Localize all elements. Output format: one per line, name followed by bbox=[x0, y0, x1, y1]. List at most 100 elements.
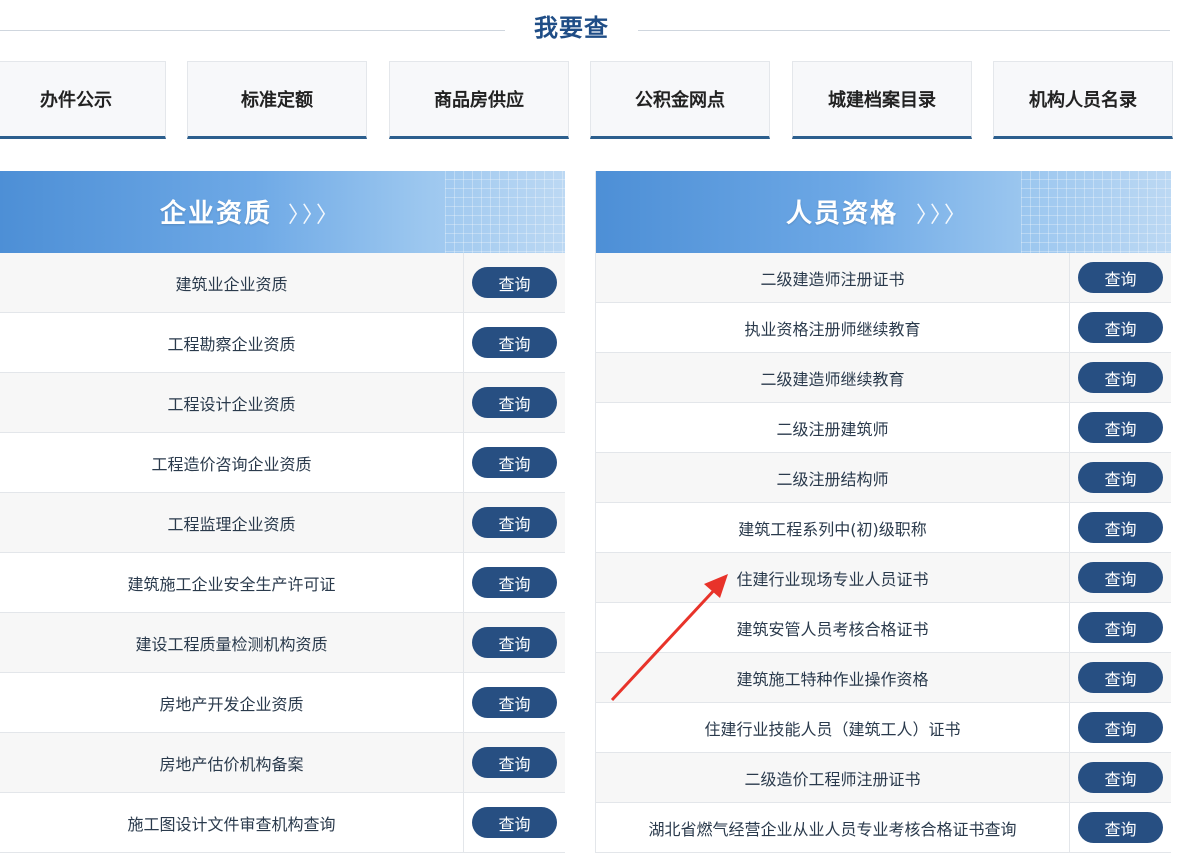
personnel-qualification-panel: 人员资格 〉〉〉 二级建造师注册证书 查询 执业资格注册师继续教育 查询 二级建造师继续… bbox=[595, 171, 1171, 853]
item-action: 查询 bbox=[464, 613, 565, 672]
item-action: 查询 bbox=[1070, 303, 1171, 352]
item-action: 查询 bbox=[464, 673, 565, 732]
list-item: 二级建造师继续教育 查询 bbox=[596, 353, 1171, 403]
divider bbox=[0, 30, 505, 31]
quick-link-button[interactable]: 商品房供应 bbox=[389, 61, 569, 139]
enterprise-list: 建筑业企业资质 查询 工程勘察企业资质 查询 工程设计企业资质 查询 工程造价咨询企业资质查… bbox=[0, 253, 565, 853]
list-item: 施工图设计文件审查机构查询 查询 bbox=[0, 793, 565, 853]
item-action: 查询 bbox=[464, 553, 565, 612]
item-action: 查询 bbox=[1070, 453, 1171, 502]
query-button[interactable]: 查询 bbox=[1078, 262, 1163, 293]
item-action: 查询 bbox=[1070, 503, 1171, 552]
item-action: 查询 bbox=[464, 793, 565, 852]
list-item: 住建行业技能人员（建筑工人）证书 查询 bbox=[596, 703, 1171, 753]
query-button[interactable]: 查询 bbox=[472, 267, 557, 298]
item-action: 查询 bbox=[1070, 803, 1171, 852]
list-item: 工程造价咨询企业资质 查询 bbox=[0, 433, 565, 493]
item-name: 二级建造师继续教育 bbox=[596, 353, 1070, 402]
quick-link-button[interactable]: 机构人员名录 bbox=[993, 61, 1173, 139]
query-button[interactable]: 查询 bbox=[472, 747, 557, 778]
item-action: 查询 bbox=[464, 373, 565, 432]
list-item: 湖北省燃气经营企业从业人员专业考核合格证书查询 查询 bbox=[596, 803, 1171, 853]
list-item: 房地产估价机构备案 查询 bbox=[0, 733, 565, 793]
item-name: 建设工程质量检测机构资质 bbox=[0, 613, 464, 672]
query-button[interactable]: 查询 bbox=[1078, 362, 1163, 393]
item-name: 工程监理企业资质 bbox=[0, 493, 464, 552]
query-button[interactable]: 查询 bbox=[1078, 312, 1163, 343]
list-item: 建筑施工特种作业操作资格 查询 bbox=[596, 653, 1171, 703]
query-button[interactable]: 查询 bbox=[472, 567, 557, 598]
item-name: 建筑施工企业安全生产许可证 bbox=[0, 553, 464, 612]
list-item: 建设工程质量检测机构资质 查询 bbox=[0, 613, 565, 673]
item-name: 二级注册结构师 bbox=[596, 453, 1070, 502]
item-action: 查询 bbox=[1070, 353, 1171, 402]
item-name: 住建行业现场专业人员证书 bbox=[596, 553, 1070, 602]
list-item: 建筑安管人员考核合格证书 查询 bbox=[596, 603, 1171, 653]
item-name: 工程设计企业资质 bbox=[0, 373, 464, 432]
section-title: 我要查 bbox=[534, 14, 609, 42]
chevrons-icon: 〉〉〉 bbox=[288, 203, 342, 228]
query-button[interactable]: 查询 bbox=[472, 627, 557, 658]
item-action: 查询 bbox=[464, 313, 565, 372]
item-name: 二级造价工程师注册证书 bbox=[596, 753, 1070, 802]
item-name: 房地产估价机构备案 bbox=[0, 733, 464, 792]
query-button[interactable]: 查询 bbox=[1078, 812, 1163, 843]
panel-banner: 人员资格 〉〉〉 bbox=[596, 171, 1171, 253]
list-item: 工程勘察企业资质 查询 bbox=[0, 313, 565, 373]
query-button[interactable]: 查询 bbox=[1078, 562, 1163, 593]
item-name: 建筑安管人员考核合格证书 bbox=[596, 603, 1070, 652]
quick-links-bar: 办件公示 标准定额 商品房供应 公积金网点 城建档案目录 机构人员名录 bbox=[0, 61, 1192, 143]
list-item: 建筑业企业资质 查询 bbox=[0, 253, 565, 313]
query-button[interactable]: 查询 bbox=[472, 507, 557, 538]
query-button[interactable]: 查询 bbox=[1078, 462, 1163, 493]
query-button[interactable]: 查询 bbox=[1078, 612, 1163, 643]
item-action: 查询 bbox=[1070, 653, 1171, 702]
chart-graphic bbox=[1021, 171, 1171, 253]
item-action: 查询 bbox=[1070, 703, 1171, 752]
item-name: 二级建造师注册证书 bbox=[596, 253, 1070, 302]
query-button[interactable]: 查询 bbox=[472, 327, 557, 358]
item-name: 房地产开发企业资质 bbox=[0, 673, 464, 732]
divider bbox=[638, 30, 1170, 31]
list-item: 执业资格注册师继续教育 查询 bbox=[596, 303, 1171, 353]
item-action: 查询 bbox=[1070, 553, 1171, 602]
quick-link-button[interactable]: 标准定额 bbox=[187, 61, 367, 139]
query-button[interactable]: 查询 bbox=[1078, 662, 1163, 693]
item-action: 查询 bbox=[1070, 603, 1171, 652]
quick-link-button[interactable]: 办件公示 bbox=[0, 61, 166, 139]
item-action: 查询 bbox=[464, 493, 565, 552]
list-item: 住建行业现场专业人员证书 查询 bbox=[596, 553, 1171, 603]
item-name: 执业资格注册师继续教育 bbox=[596, 303, 1070, 352]
query-button[interactable]: 查询 bbox=[472, 807, 557, 838]
panel-title: 企业资质 bbox=[160, 199, 273, 229]
query-button[interactable]: 查询 bbox=[1078, 712, 1163, 743]
item-action: 查询 bbox=[464, 253, 565, 312]
item-name: 住建行业技能人员（建筑工人）证书 bbox=[596, 703, 1070, 752]
building-graphic bbox=[445, 171, 565, 253]
list-item: 建筑工程系列中(初)级职称 查询 bbox=[596, 503, 1171, 553]
item-name: 建筑业企业资质 bbox=[0, 253, 464, 312]
query-button[interactable]: 查询 bbox=[1078, 512, 1163, 543]
quick-link-button[interactable]: 城建档案目录 bbox=[792, 61, 972, 139]
list-item: 建筑施工企业安全生产许可证 查询 bbox=[0, 553, 565, 613]
query-button[interactable]: 查询 bbox=[472, 687, 557, 718]
list-item: 二级造价工程师注册证书 查询 bbox=[596, 753, 1171, 803]
item-action: 查询 bbox=[1070, 753, 1171, 802]
panel-banner: 企业资质 〉〉〉 bbox=[0, 171, 565, 253]
query-button[interactable]: 查询 bbox=[1078, 762, 1163, 793]
query-button[interactable]: 查询 bbox=[472, 447, 557, 478]
item-name: 建筑施工特种作业操作资格 bbox=[596, 653, 1070, 702]
quick-link-button[interactable]: 公积金网点 bbox=[590, 61, 770, 139]
item-action: 查询 bbox=[1070, 403, 1171, 452]
enterprise-qualification-panel: 企业资质 〉〉〉 建筑业企业资质 查询 工程勘察企业资质 查询 工程设计企业资质 查询 工程… bbox=[0, 171, 565, 853]
list-item: 二级建造师注册证书 查询 bbox=[596, 253, 1171, 303]
list-item: 房地产开发企业资质 查询 bbox=[0, 673, 565, 733]
query-button[interactable]: 查询 bbox=[472, 387, 557, 418]
query-button[interactable]: 查询 bbox=[1078, 412, 1163, 443]
item-name: 施工图设计文件审查机构查询 bbox=[0, 793, 464, 852]
list-item: 工程监理企业资质 查询 bbox=[0, 493, 565, 553]
section-header: 我要查 bbox=[0, 0, 1192, 56]
item-action: 查询 bbox=[464, 433, 565, 492]
item-name: 工程造价咨询企业资质 bbox=[0, 433, 464, 492]
chevrons-icon: 〉〉〉 bbox=[916, 203, 970, 228]
